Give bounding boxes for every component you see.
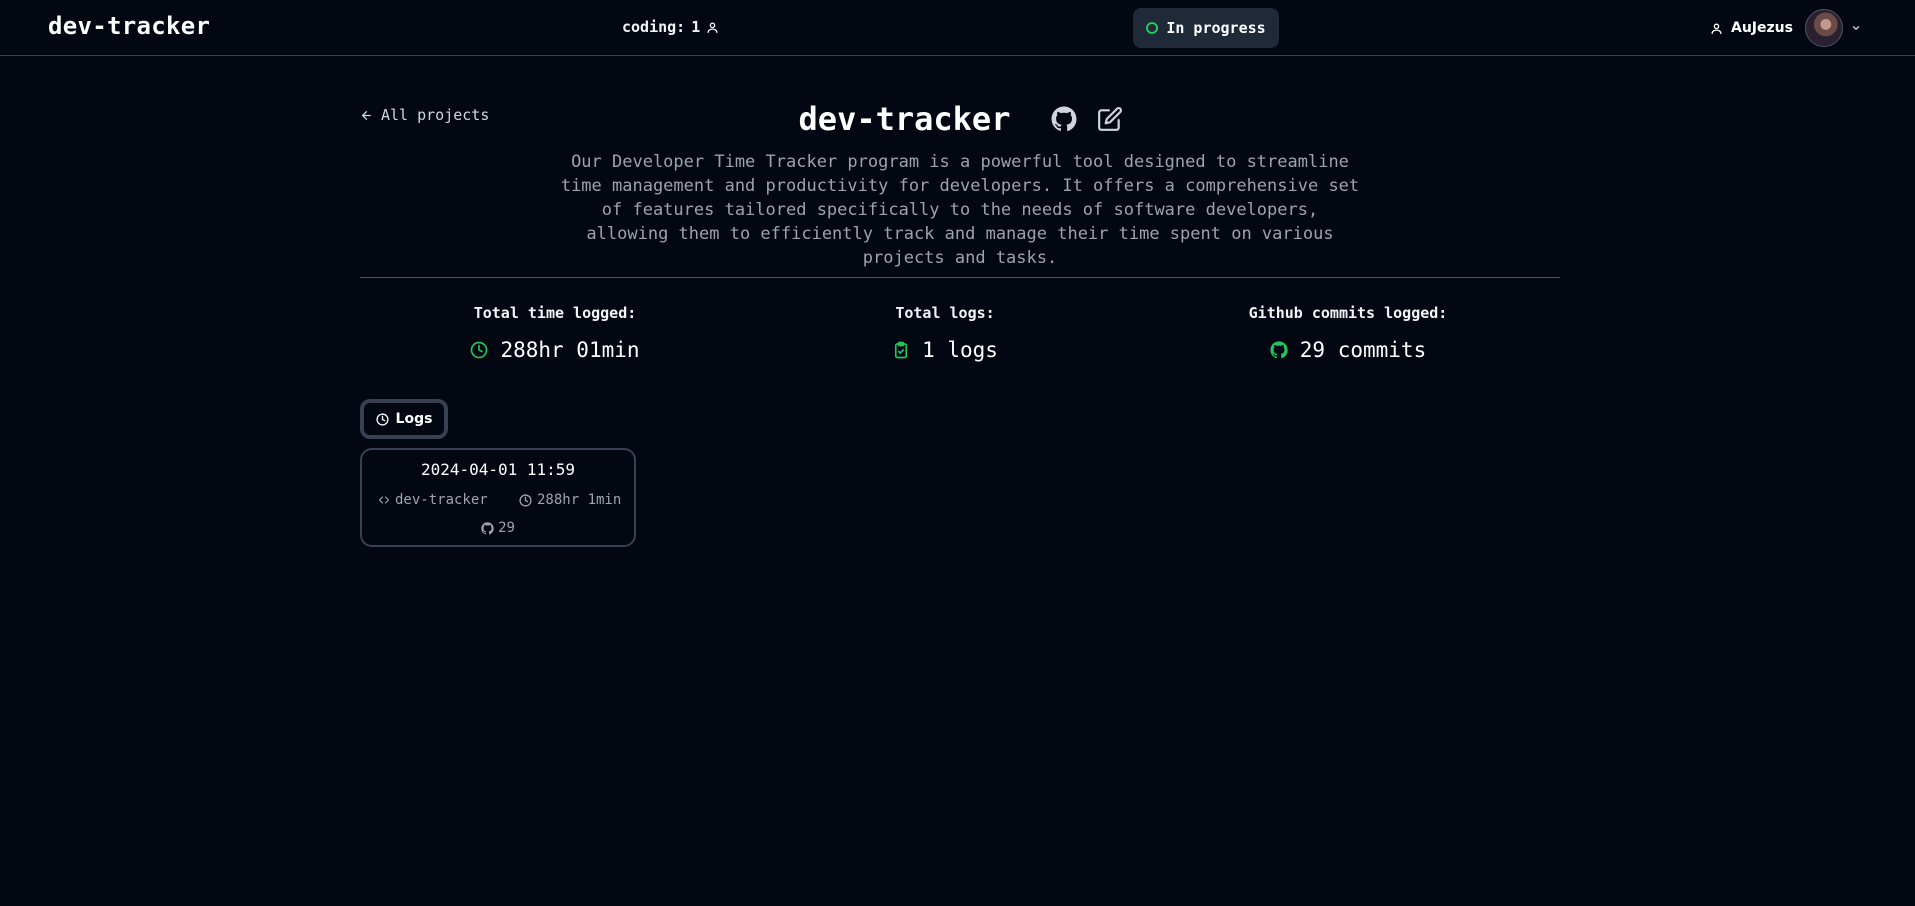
stat-value-row: 288hr 01min xyxy=(440,338,670,362)
stat-value-row: 29 commits xyxy=(1228,338,1468,362)
clock-icon xyxy=(519,493,532,507)
project-description: Our Developer Time Tracker program is a … xyxy=(560,152,1360,268)
stat-total-time: Total time logged: 288hr 01min xyxy=(440,304,670,362)
stat-label: Total time logged: xyxy=(473,304,637,322)
user-menu[interactable]: AuJezus xyxy=(1710,8,1861,48)
stat-value: 288hr 01min xyxy=(500,338,640,362)
coding-label: coding: xyxy=(622,18,686,36)
clipboard-check-icon xyxy=(892,341,910,359)
chevron-down-icon[interactable] xyxy=(1851,23,1861,33)
user-icon xyxy=(706,21,719,34)
stat-label: Github commits logged: xyxy=(1248,304,1448,322)
coding-count: 1 xyxy=(691,18,701,36)
log-commits: 29 xyxy=(362,520,634,536)
stat-total-logs: Total logs: 1 logs xyxy=(855,304,1035,362)
username: AuJezus xyxy=(1731,20,1793,36)
coding-counter: coding: 1 xyxy=(622,18,719,36)
log-duration: 288hr 1min xyxy=(519,492,621,508)
edit-icon[interactable] xyxy=(1094,103,1126,135)
top-navbar: dev-tracker coding: 1 In progress AuJezu… xyxy=(0,0,1915,56)
project-title: dev-tracker xyxy=(798,100,1011,138)
project-header: dev-tracker xyxy=(0,100,1915,138)
stat-value: 29 commits xyxy=(1299,338,1427,362)
stat-value: 1 logs xyxy=(922,338,998,362)
log-commits-count: 29 xyxy=(498,520,515,536)
log-date: 2024-04-01 11:59 xyxy=(420,460,576,479)
stat-label: Total logs: xyxy=(895,304,995,322)
section-divider xyxy=(360,277,1560,278)
github-icon[interactable] xyxy=(1048,103,1080,135)
clock-icon xyxy=(470,341,488,359)
github-icon xyxy=(481,521,494,535)
status-circle-icon xyxy=(1146,22,1159,34)
stat-github-commits: Github commits logged: 29 commits xyxy=(1228,304,1468,362)
log-duration-value: 288hr 1min xyxy=(537,492,622,508)
log-card[interactable]: 2024-04-01 11:59 dev-tracker 288hr 1min … xyxy=(360,448,636,547)
app-logo[interactable]: dev-tracker xyxy=(48,12,210,40)
github-icon xyxy=(1270,341,1288,359)
code-icon xyxy=(378,494,390,506)
log-project: dev-tracker xyxy=(378,492,488,508)
user-icon xyxy=(1710,22,1723,35)
status-button[interactable]: In progress xyxy=(1133,8,1279,48)
stat-value-row: 1 logs xyxy=(855,338,1035,362)
tab-label: Logs xyxy=(395,411,433,427)
avatar[interactable] xyxy=(1804,9,1843,47)
status-label: In progress xyxy=(1166,19,1266,37)
clock-icon xyxy=(375,412,389,426)
tab-logs[interactable]: Logs xyxy=(360,399,448,439)
log-project-name: dev-tracker xyxy=(395,492,488,508)
